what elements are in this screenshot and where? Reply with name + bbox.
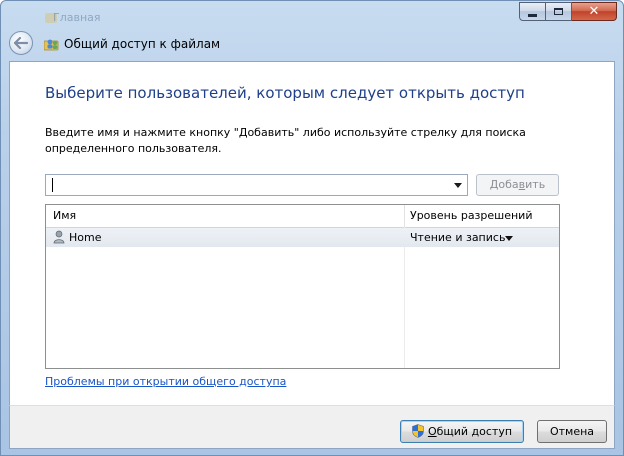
user-name-combobox[interactable] xyxy=(45,174,468,196)
background-window-title: Главная xyxy=(53,11,101,24)
shield-icon xyxy=(412,424,424,438)
share-button-accel: О xyxy=(427,425,437,438)
back-arrow-icon xyxy=(14,37,28,49)
button-bar: Общий доступ Отмена xyxy=(9,405,615,449)
column-header-permission[interactable]: Уровень разрешений xyxy=(410,209,532,222)
instruction-text: Введите имя и нажмите кнопку "Добавить" … xyxy=(45,126,526,155)
column-header-name[interactable]: Имя xyxy=(53,209,76,222)
add-button[interactable]: Добавить xyxy=(476,174,559,196)
caption-buttons: ✕ xyxy=(519,2,617,21)
maximize-button[interactable] xyxy=(546,2,572,21)
close-icon: ✕ xyxy=(588,4,600,19)
table-row[interactable]: Home Чтение и запись xyxy=(46,228,559,247)
column-separator[interactable] xyxy=(404,205,405,227)
page-heading: Выберите пользователей, которым следует … xyxy=(45,84,525,102)
column-divider xyxy=(404,227,405,368)
user-name-cell: Home xyxy=(69,231,102,244)
dropdown-arrow-icon[interactable] xyxy=(454,183,462,188)
title-bar[interactable]: Главная ✕ Общий доступ к файлам xyxy=(1,1,623,61)
file-sharing-window: Главная ✕ Общий доступ к файлам Выберите… xyxy=(0,0,624,456)
wizard-content: Выберите пользователей, которым следует … xyxy=(9,61,615,405)
sharing-wizard-icon xyxy=(44,39,59,51)
users-permissions-list[interactable]: Имя Уровень разрешений Home Чтение и зап… xyxy=(45,204,560,369)
close-button[interactable]: ✕ xyxy=(572,2,617,21)
maximize-icon xyxy=(554,8,563,15)
list-header: Имя Уровень разрешений xyxy=(46,205,559,228)
user-icon xyxy=(53,230,65,244)
minimize-icon xyxy=(528,13,537,17)
text-caret xyxy=(52,178,53,192)
permission-dropdown-icon[interactable] xyxy=(505,236,513,241)
minimize-button[interactable] xyxy=(519,2,546,21)
wizard-title: Общий доступ к файлам xyxy=(64,37,221,51)
add-button-label-suffix: ить xyxy=(525,178,546,191)
permission-level-cell[interactable]: Чтение и запись xyxy=(410,231,505,244)
back-button[interactable] xyxy=(9,31,33,55)
cancel-button[interactable]: Отмена xyxy=(537,420,607,443)
add-button-label-prefix: Доба xyxy=(489,178,519,191)
sharing-problems-link[interactable]: Проблемы при открытии общего доступа xyxy=(45,375,286,388)
share-button[interactable]: Общий доступ xyxy=(400,420,524,443)
share-button-label: бщий доступ xyxy=(436,425,513,438)
